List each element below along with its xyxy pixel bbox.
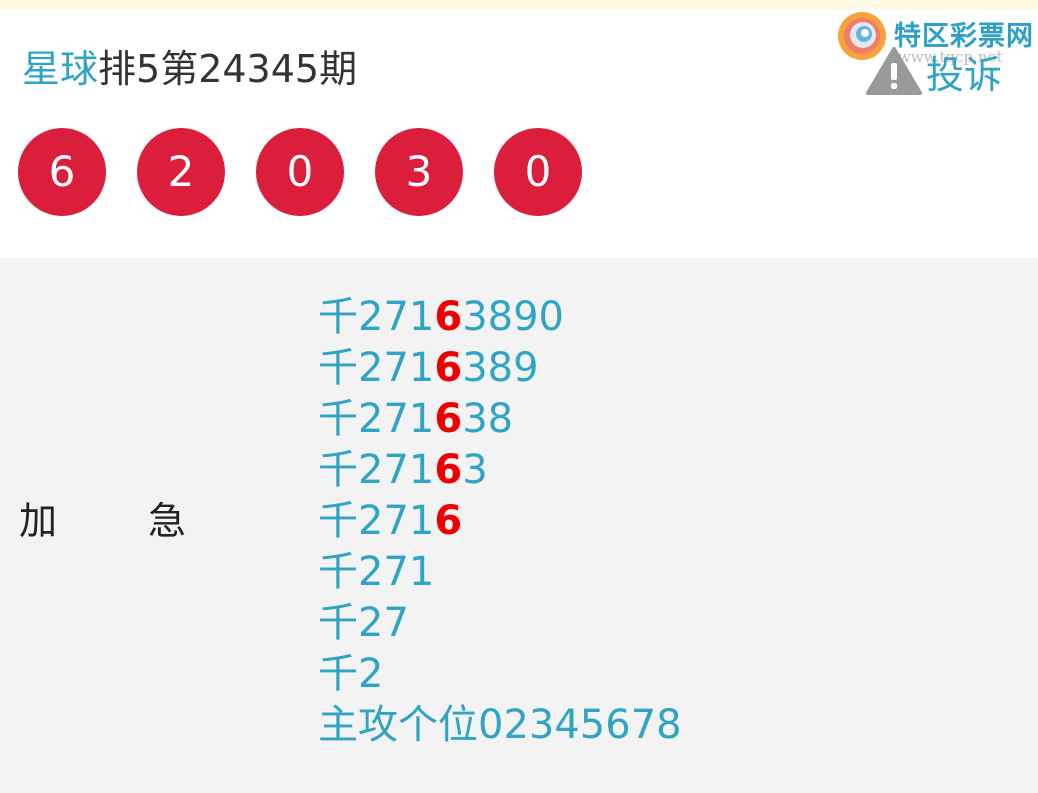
matched-digit: 6 [434, 345, 463, 391]
result-ball: 3 [375, 128, 463, 216]
line-text: 千2 [318, 651, 384, 697]
row-label-right: 急 [148, 499, 187, 543]
issue-title: 排5第24345期 [98, 47, 358, 91]
line-text: 千27 [318, 600, 409, 646]
line-text-tail: 3 [462, 447, 488, 493]
complaint-label: 投诉 [926, 52, 1003, 97]
result-ball: 2 [137, 128, 225, 216]
page-title: 星球排5第24345期 [22, 46, 357, 92]
matched-digit: 6 [434, 447, 463, 493]
prediction-line: 千271638 [318, 394, 682, 445]
line-text-tail: 38 [462, 396, 514, 442]
author-name[interactable]: 星球 [22, 47, 98, 91]
line-text-tail: 389 [462, 345, 539, 391]
result-ball: 0 [494, 128, 582, 216]
prediction-line: 千2 [318, 649, 682, 700]
line-text: 千271 [318, 549, 435, 595]
line-text: 千271 [318, 447, 435, 493]
line-text-tail: 3890 [462, 294, 564, 340]
matched-digit: 6 [434, 294, 463, 340]
warning-icon [866, 47, 922, 95]
result-ball: 6 [18, 128, 106, 216]
matched-digit: 6 [434, 396, 463, 442]
complaint-button[interactable]: 投诉 [866, 46, 1003, 97]
result-ball: 0 [256, 128, 344, 216]
matched-digit: 6 [434, 498, 463, 544]
line-text: 千271 [318, 396, 435, 442]
prediction-lines: 千27163890 千2716389 千271638 千27163 千2716 … [318, 292, 682, 751]
prediction-line: 千27163890 [318, 292, 682, 343]
line-text: 千271 [318, 294, 435, 340]
prediction-line: 千271 [318, 547, 682, 598]
prediction-line: 千2716389 [318, 343, 682, 394]
line-text: 主攻个位02345678 [318, 702, 682, 748]
prediction-line: 千27163 [318, 445, 682, 496]
line-text: 千271 [318, 498, 435, 544]
line-text: 千271 [318, 345, 435, 391]
top-strip [0, 0, 1038, 10]
prediction-panel: 加 急 千27163890 千2716389 千271638 千27163 千2… [0, 258, 1038, 793]
prediction-line: 千27 [318, 598, 682, 649]
prediction-line: 千2716 [318, 496, 682, 547]
row-label-left: 加 [19, 499, 58, 543]
draw-result: 6 2 0 3 0 [0, 128, 1038, 218]
prediction-line: 主攻个位02345678 [318, 700, 682, 751]
